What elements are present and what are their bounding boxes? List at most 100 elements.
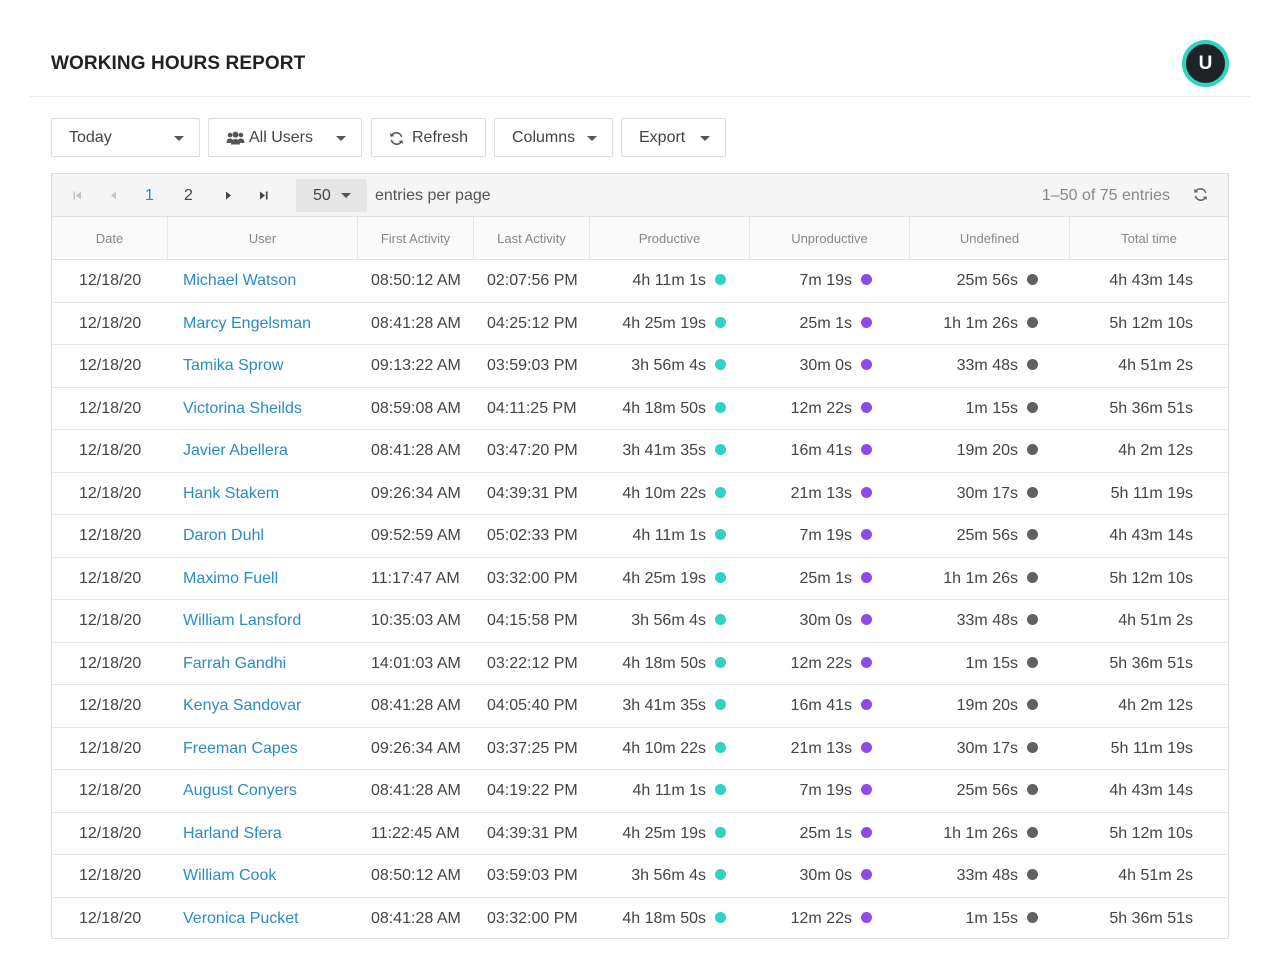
total-time-cell: 5h 11m 19s <box>1110 484 1193 502</box>
reload-icon[interactable] <box>1193 187 1208 207</box>
productive-dot-icon <box>715 316 726 328</box>
first-page-icon[interactable] <box>68 174 86 217</box>
productive-dot-icon <box>715 486 726 498</box>
undefined-value: 1h 1m 26s <box>943 314 1018 332</box>
productive-cell: 3h 56m 4s <box>631 357 726 375</box>
table-row: 12/18/20 Farrah Gandhi 14:01:03 AM 03:22:12… <box>52 643 1228 685</box>
refresh-icon <box>389 131 404 151</box>
column-header-first-activity[interactable]: First Activity <box>358 217 474 260</box>
column-header-total-time[interactable]: Total time <box>1070 217 1228 260</box>
export-dropdown[interactable]: Export <box>621 118 726 157</box>
undefined-value: 30m 17s <box>956 484 1018 502</box>
user-link[interactable]: Victorina Sheilds <box>183 400 302 418</box>
user-link[interactable]: August Conyers <box>183 782 297 800</box>
productive-cell: 4h 18m 50s <box>622 655 726 673</box>
unproductive-dot-icon <box>861 274 872 286</box>
last-page-icon[interactable] <box>254 174 272 217</box>
undefined-value: 1m 15s <box>965 399 1018 417</box>
date-range-dropdown[interactable]: Today <box>51 118 200 157</box>
column-header-last-activity[interactable]: Last Activity <box>474 217 590 260</box>
table-row: 12/18/20 Daron Duhl 09:52:59 AM 05:02:33 PM… <box>52 515 1228 558</box>
unproductive-value: 30m 0s <box>799 357 852 374</box>
undefined-cell: 1h 1m 26s <box>943 825 1038 843</box>
date-cell: 12/18/20 <box>79 824 142 842</box>
column-header-user[interactable]: User <box>168 217 358 260</box>
total-time-cell: 5h 36m 51s <box>1109 654 1193 672</box>
users-icon <box>226 131 245 150</box>
undefined-dot-icon <box>1027 741 1038 753</box>
undefined-cell: 19m 20s <box>957 697 1038 715</box>
total-time-cell: 5h 12m 10s <box>1109 314 1193 332</box>
column-header-productive[interactable]: Productive <box>590 217 750 260</box>
unproductive-dot-icon <box>861 656 872 668</box>
per-page-label: entries per page <box>375 187 491 204</box>
user-link[interactable]: Marcy Engelsman <box>183 315 311 333</box>
productive-cell: 4h 25m 19s <box>622 825 726 843</box>
undefined-cell: 19m 20s <box>957 442 1038 460</box>
total-time-cell: 4h 43m 14s <box>1109 527 1193 544</box>
user-link[interactable]: Daron Duhl <box>183 527 264 545</box>
first-activity-cell: 08:41:28 AM <box>371 314 461 332</box>
unproductive-value: 25m 1s <box>799 824 852 842</box>
user-link[interactable]: Hank Stakem <box>183 485 279 503</box>
productive-value: 4h 18m 50s <box>622 399 706 417</box>
first-activity-cell: 08:59:08 AM <box>371 399 461 417</box>
refresh-button[interactable]: Refresh <box>371 118 486 157</box>
page-link-2[interactable]: 2 <box>184 187 193 205</box>
unproductive-cell: 21m 13s <box>791 485 872 503</box>
date-cell: 12/18/20 <box>79 782 142 799</box>
user-avatar[interactable]: U <box>1182 40 1229 87</box>
user-link[interactable]: William Lansford <box>183 612 301 630</box>
date-cell: 12/18/20 <box>79 697 142 714</box>
undefined-dot-icon <box>1027 316 1038 328</box>
table-row: 12/18/20 Javier Abellera 08:41:28 AM 03:47:… <box>52 430 1228 473</box>
first-activity-cell: 08:41:28 AM <box>371 782 461 799</box>
chevron-down-icon <box>341 193 351 198</box>
date-cell: 12/18/20 <box>79 357 142 374</box>
last-activity-cell: 04:05:40 PM <box>487 697 578 714</box>
productive-value: 3h 56m 4s <box>631 867 706 884</box>
unproductive-value: 16m 41s <box>790 442 852 459</box>
user-link[interactable]: William Cook <box>183 867 276 885</box>
next-page-icon[interactable] <box>219 174 237 217</box>
column-header-date[interactable]: Date <box>52 217 168 260</box>
undefined-cell: 25m 56s <box>957 272 1038 290</box>
undefined-dot-icon <box>1027 486 1038 498</box>
column-header-undefined[interactable]: Undefined <box>910 217 1070 260</box>
productive-value: 3h 41m 35s <box>622 442 706 459</box>
undefined-value: 1h 1m 26s <box>943 824 1018 842</box>
chevron-down-icon <box>336 136 346 141</box>
column-header-unproductive[interactable]: Unproductive <box>750 217 910 260</box>
last-activity-cell: 03:59:03 PM <box>487 357 578 374</box>
productive-dot-icon <box>715 274 726 286</box>
undefined-cell: 33m 48s <box>957 357 1038 375</box>
prev-page-icon[interactable] <box>104 174 122 217</box>
last-activity-cell: 03:37:25 PM <box>487 739 578 757</box>
productive-value: 4h 25m 19s <box>622 314 706 332</box>
per-page-select[interactable]: 50 <box>296 179 367 212</box>
user-link[interactable]: Javier Abellera <box>183 442 288 460</box>
unproductive-dot-icon <box>861 401 872 413</box>
user-link[interactable]: Tamika Sprow <box>183 357 283 375</box>
user-link[interactable]: Kenya Sandovar <box>183 697 301 715</box>
productive-value: 4h 10m 22s <box>622 484 706 502</box>
columns-dropdown[interactable]: Columns <box>494 118 613 157</box>
user-link[interactable]: Harland Sfera <box>183 825 282 843</box>
first-activity-cell: 08:50:12 AM <box>371 867 461 884</box>
unproductive-cell: 30m 0s <box>800 867 872 885</box>
user-link[interactable]: Veronica Pucket <box>183 910 299 928</box>
undefined-cell: 1h 1m 26s <box>943 315 1038 333</box>
user-link[interactable]: Freeman Capes <box>183 740 298 758</box>
user-link[interactable]: Farrah Gandhi <box>183 655 286 673</box>
entries-info: 1–50 of 75 entries <box>1041 187 1170 204</box>
table-row: 12/18/20 Victorina Sheilds 08:59:08 AM 04:1… <box>52 388 1228 430</box>
user-link[interactable]: Maximo Fuell <box>183 570 278 588</box>
last-activity-cell: 03:47:20 PM <box>487 442 578 459</box>
productive-value: 4h 25m 19s <box>622 569 706 587</box>
page-link-1[interactable]: 1 <box>145 187 154 205</box>
user-link[interactable]: Michael Watson <box>183 272 296 290</box>
undefined-value: 25m 56s <box>956 527 1018 544</box>
productive-dot-icon <box>715 401 726 413</box>
pagination-bar: 1 2 50 entries per page 1–50 of 75 entri… <box>52 174 1228 217</box>
users-filter-dropdown[interactable]: All Users <box>208 118 362 157</box>
